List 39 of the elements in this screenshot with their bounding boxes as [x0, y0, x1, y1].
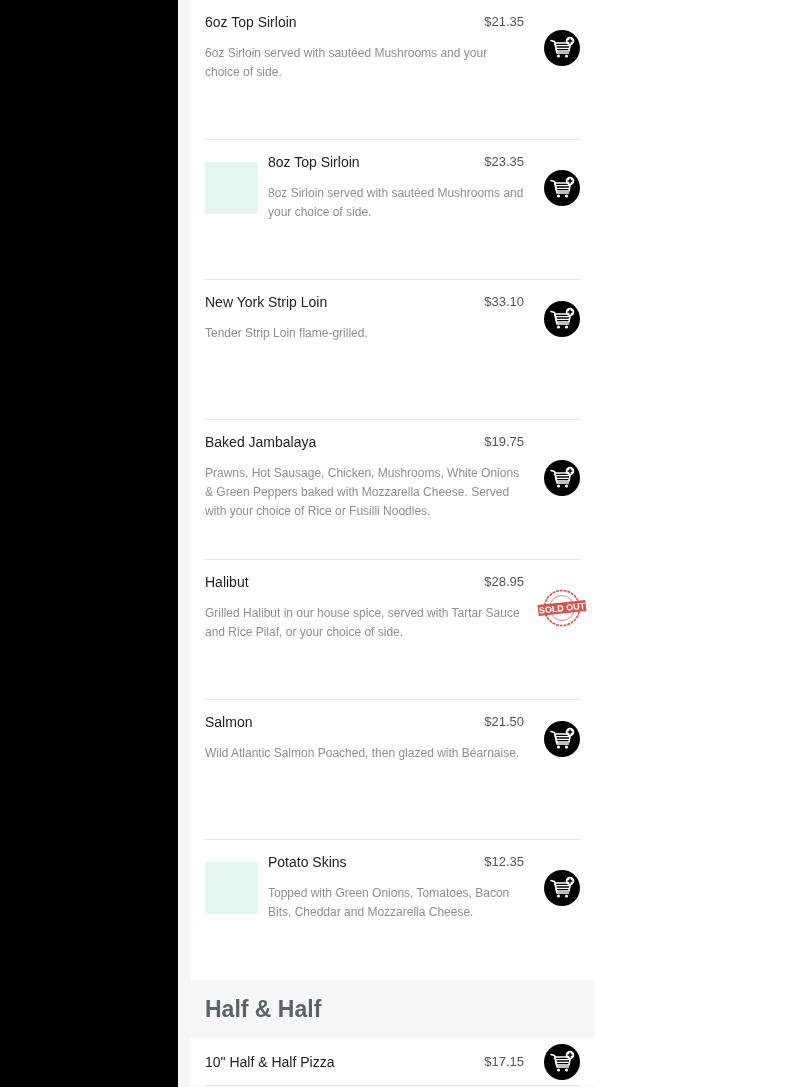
item-name: Potato Skins	[268, 853, 347, 872]
add-to-cart-button[interactable]	[544, 170, 580, 207]
item-description: 6oz Sirloin served with sautéed Mushrooms and your choice of side.	[205, 44, 489, 81]
item-price: $21.35	[484, 13, 524, 31]
item-price: $19.75	[484, 433, 524, 451]
item-description: Topped with Green Onions, Tomatoes, Bacon Bits, Cheddar and Mozzarella Cheese.	[268, 884, 511, 921]
item-name: 10" Half & Half Pizza	[205, 1053, 335, 1072]
item-price: $12.35	[484, 853, 524, 871]
item-name: Halibut	[205, 573, 249, 592]
item-name: 6oz Top Sirloin	[205, 13, 297, 32]
add-to-cart-button[interactable]	[544, 870, 580, 907]
cart-plus-icon	[544, 459, 580, 496]
cart-plus-icon	[544, 30, 580, 67]
item-name: Baked Jambalaya	[205, 433, 317, 452]
cart-plus-icon	[544, 300, 580, 337]
add-to-cart-button[interactable]	[544, 30, 580, 67]
item-name: 8oz Top Sirloin	[268, 153, 360, 172]
cart-plus-icon	[544, 870, 580, 907]
sold-out-stamp: SOLD OUT	[537, 589, 587, 628]
item-price: $33.10	[484, 293, 524, 311]
cart-plus-icon	[544, 1044, 580, 1080]
item-price: $17.15	[484, 1053, 524, 1071]
add-to-cart-button[interactable]	[544, 720, 580, 757]
item-price: $23.35	[484, 153, 524, 171]
add-to-cart-button[interactable]	[544, 300, 580, 337]
item-description: 8oz Sirloin served with sautéed Mushrooms and your choice of side.	[268, 184, 524, 221]
item-name: New York Strip Loin	[205, 293, 328, 312]
item-description: Grilled Halibut in our house spice, served with Tartar Sauce and Rice Pilaf, or your choice of side.	[205, 604, 521, 641]
item-description: Wild Atlantic Salmon Poached, then glazed with Béarnaise.	[205, 744, 521, 762]
item-description: Tender Strip Loin flame-grilled.	[205, 324, 369, 342]
cart-plus-icon	[544, 720, 580, 757]
add-to-cart-button[interactable]	[544, 1044, 580, 1080]
section-title: Half & Half	[205, 995, 322, 1023]
item-name: Salmon	[205, 713, 253, 732]
cart-plus-icon	[544, 170, 580, 207]
item-price: $21.50	[484, 713, 524, 731]
item-description: Prawns, Hot Sausage, Chicken, Mushrooms, White Onions & Green Peppers baked with Mozzarella Cheese. Served with your choice of Rice or Fusilli Noodles.	[205, 464, 521, 520]
item-price: $28.95	[484, 573, 524, 591]
add-to-cart-button[interactable]	[544, 459, 580, 496]
